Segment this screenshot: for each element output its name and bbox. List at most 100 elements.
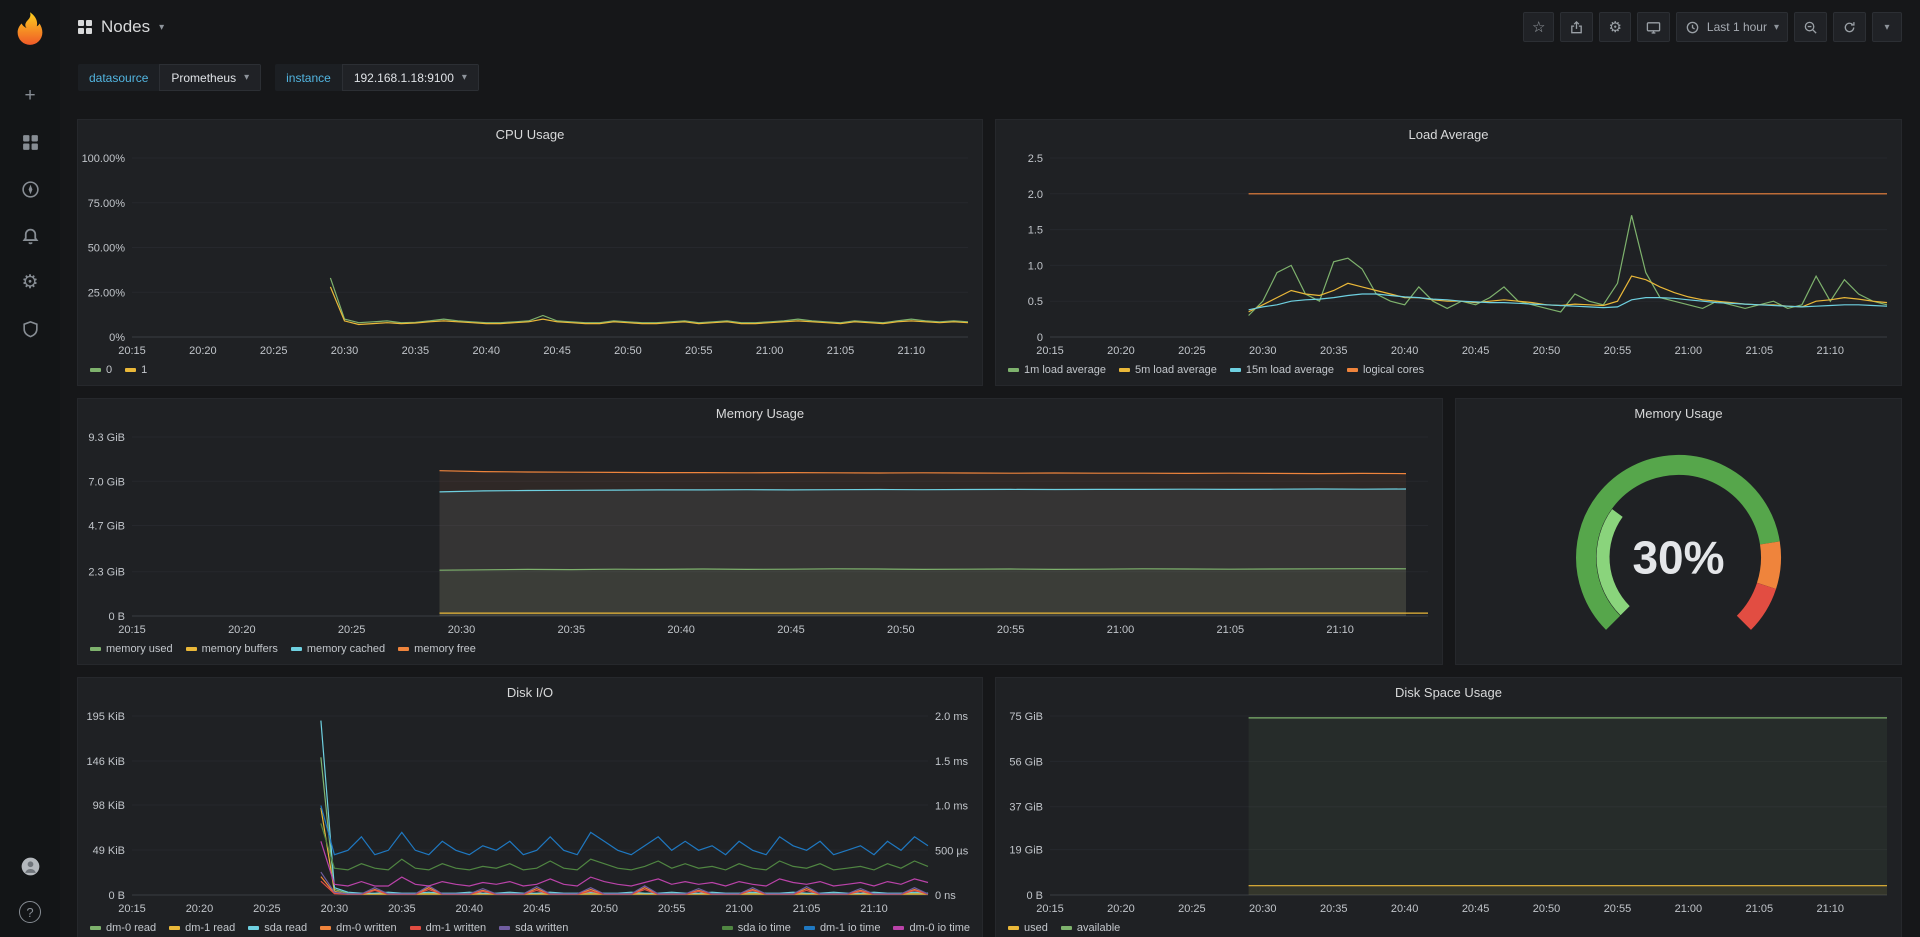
legend-item[interactable]: dm-1 written [410,922,487,934]
svg-text:20:50: 20:50 [1533,345,1561,357]
svg-text:20:15: 20:15 [118,345,146,357]
panel-title[interactable]: Memory Usage [1456,399,1901,427]
svg-text:9.3 GiB: 9.3 GiB [88,432,125,444]
help-icon[interactable]: ? [19,901,41,923]
svg-text:20:55: 20:55 [685,345,713,357]
legend-item[interactable]: dm-0 io time [893,922,970,934]
legend-item[interactable]: memory used [90,643,173,655]
dashboard-grid-area: CPU Usage 0%25.00%50.00%75.00%100.00%20:… [60,108,1920,937]
memory-usage-gauge[interactable]: 30% [1456,427,1901,664]
legend-swatch [291,647,302,651]
zoom-out-button[interactable] [1794,12,1827,42]
legend-label: memory buffers [202,643,278,655]
legend-label: dm-1 read [185,922,235,934]
legend-item[interactable]: 15m load average [1230,364,1334,376]
svg-text:20:40: 20:40 [1391,903,1419,915]
legend-item[interactable]: dm-0 written [320,922,397,934]
panel-title[interactable]: Disk I/O [78,678,982,706]
variable-instance-label: instance [275,64,342,91]
refresh-button[interactable] [1833,12,1866,42]
legend-item[interactable]: 1m load average [1008,364,1106,376]
time-picker-button[interactable]: Last 1 hour ▾ [1676,12,1788,42]
panel-title[interactable]: Disk Space Usage [996,678,1901,706]
navbar-actions: ☆ ⚙ Last 1 hour ▾ ▾ [1523,12,1902,42]
svg-text:98 KiB: 98 KiB [93,800,125,812]
svg-text:146 KiB: 146 KiB [86,756,125,768]
sidebar: + ⚙ ? [0,0,60,937]
legend-item[interactable]: used [1008,922,1048,934]
svg-text:20:25: 20:25 [338,624,366,636]
refresh-icon [1842,20,1857,35]
legend-item[interactable]: available [1061,922,1120,934]
svg-text:20:20: 20:20 [1107,345,1135,357]
chevron-down-icon: ▾ [1884,22,1889,33]
legend-item[interactable]: dm-1 io time [804,922,881,934]
legend-label: sda io time [738,922,791,934]
legend-item[interactable]: memory buffers [186,643,278,655]
panel-title[interactable]: Memory Usage [78,399,1442,427]
grafana-logo-icon[interactable] [12,10,48,46]
legend-label: 0 [106,364,112,376]
svg-text:20:45: 20:45 [777,624,805,636]
svg-text:20:15: 20:15 [1036,903,1064,915]
disk-io-chart[interactable]: 0 B49 KiB98 KiB146 KiB195 KiB0 ns500 µs1… [78,706,982,919]
refresh-interval-button[interactable]: ▾ [1872,12,1902,42]
svg-text:1.5 ms: 1.5 ms [935,756,969,768]
legend-item[interactable]: sda io time [722,922,791,934]
svg-text:56 GiB: 56 GiB [1009,756,1043,768]
legend-label: memory cached [307,643,385,655]
panel-memory-usage: Memory Usage 0 B2.3 GiB4.7 GiB7.0 GiB9.3… [77,398,1443,665]
svg-text:21:05: 21:05 [1746,345,1774,357]
legend-label: sda written [515,922,568,934]
variable-datasource: datasource Prometheus ▾ [78,64,261,91]
svg-text:20:30: 20:30 [1249,903,1277,915]
disk-space-chart[interactable]: 0 B19 GiB37 GiB56 GiB75 GiB20:1520:2020:… [996,706,1901,919]
dashboard-title-group[interactable]: Nodes ▾ [78,17,164,37]
admin-shield-icon[interactable] [20,319,40,339]
svg-text:21:00: 21:00 [725,903,753,915]
variable-datasource-value[interactable]: Prometheus ▾ [159,64,261,91]
dashboard-title[interactable]: Nodes [101,17,150,37]
svg-text:21:10: 21:10 [860,903,888,915]
share-button[interactable] [1560,12,1593,42]
legend-item[interactable]: dm-1 read [169,922,235,934]
svg-text:20:25: 20:25 [253,903,281,915]
legend-swatch [804,926,815,930]
legend-item[interactable]: 5m load average [1119,364,1217,376]
svg-text:4.7 GiB: 4.7 GiB [88,521,125,533]
user-avatar[interactable] [15,851,45,881]
cycle-view-button[interactable] [1637,12,1670,42]
legend-item[interactable]: memory cached [291,643,385,655]
legend-label: dm-0 read [106,922,156,934]
legend-item[interactable]: logical cores [1347,364,1424,376]
cpu-usage-chart[interactable]: 0%25.00%50.00%75.00%100.00%20:1520:2020:… [78,148,982,361]
variable-instance-value[interactable]: 192.168.1.18:9100 ▾ [342,64,479,91]
time-range-label: Last 1 hour [1707,20,1767,34]
alerting-bell-icon[interactable] [20,226,40,246]
svg-text:7.0 GiB: 7.0 GiB [88,476,125,488]
panel-title[interactable]: CPU Usage [78,120,982,148]
svg-text:25.00%: 25.00% [88,287,126,299]
legend-item[interactable]: sda read [248,922,307,934]
legend-item[interactable]: 1 [125,364,147,376]
svg-text:100.00%: 100.00% [82,153,126,165]
panel-title[interactable]: Load Average [996,120,1901,148]
svg-text:20:20: 20:20 [186,903,214,915]
legend-item[interactable]: dm-0 read [90,922,156,934]
svg-text:20:40: 20:40 [456,903,484,915]
svg-text:20:35: 20:35 [402,345,430,357]
explore-compass-icon[interactable] [20,179,40,199]
legend-item[interactable]: sda written [499,922,568,934]
memory-usage-chart[interactable]: 0 B2.3 GiB4.7 GiB7.0 GiB9.3 GiB20:1520:2… [78,427,1442,640]
load-average-chart[interactable]: 00.51.01.52.02.520:1520:2020:2520:3020:3… [996,148,1901,361]
star-button[interactable]: ☆ [1523,12,1554,42]
legend-swatch [1008,368,1019,372]
svg-text:20:20: 20:20 [1107,903,1135,915]
legend-item[interactable]: memory free [398,643,476,655]
share-icon [1569,20,1584,35]
create-plus-icon[interactable]: + [24,86,35,105]
configuration-gear-icon[interactable]: ⚙ [21,273,38,292]
dashboards-icon[interactable] [20,132,40,152]
settings-button[interactable]: ⚙ [1599,12,1630,42]
legend-item[interactable]: 0 [90,364,112,376]
